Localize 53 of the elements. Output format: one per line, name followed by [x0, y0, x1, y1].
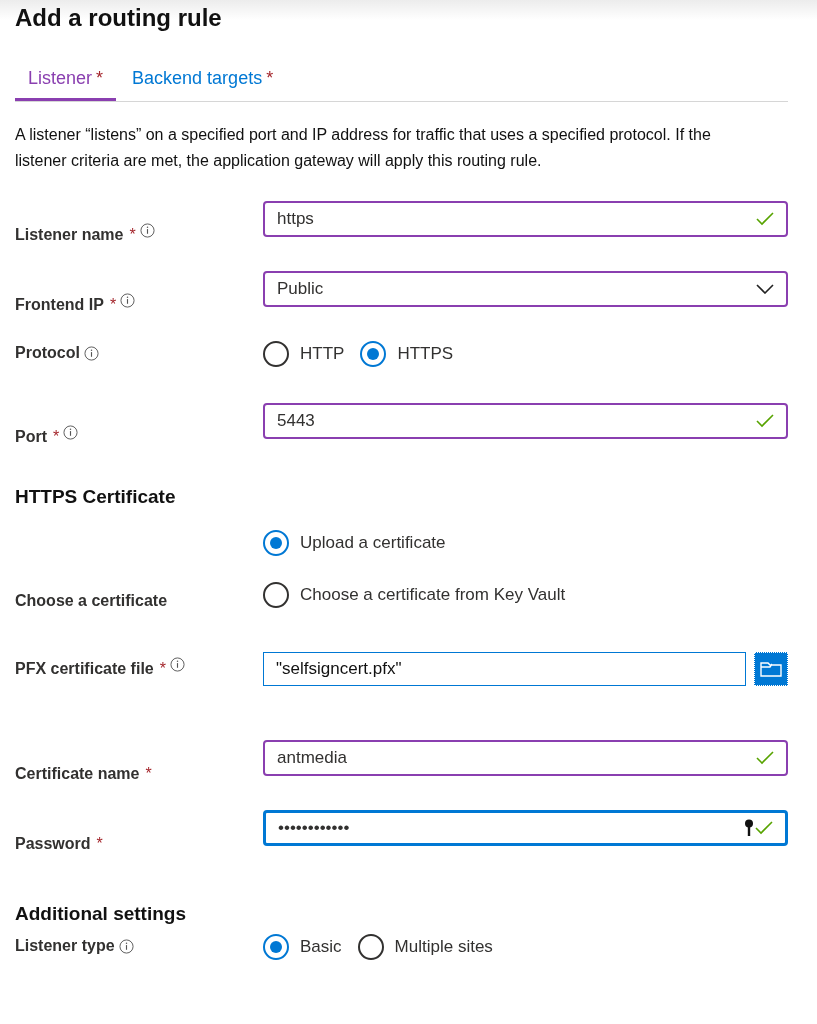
- required-asterisk: *: [145, 764, 152, 784]
- info-icon[interactable]: [139, 223, 155, 238]
- required-asterisk: *: [96, 834, 103, 854]
- checkmark-icon: [755, 821, 773, 835]
- field-label: Frontend IP: [15, 295, 104, 315]
- required-asterisk: *: [159, 659, 166, 679]
- radio-button[interactable]: [263, 582, 289, 608]
- folder-icon: [760, 661, 782, 677]
- browse-folder-button[interactable]: [754, 652, 788, 686]
- checkmark-icon: [756, 212, 774, 226]
- radio-option[interactable]: HTTP: [263, 341, 345, 367]
- radio-option[interactable]: Choose a certificate from Key Vault: [263, 582, 772, 608]
- page-title: Add a routing rule: [15, 3, 223, 33]
- checkmark-icon: [756, 751, 774, 765]
- description-text: A listener “listens” on a specified port and IP address for traffic that uses a specified protocol. If the listener criteria are met, the application gateway will apply this routing rule.: [15, 125, 712, 171]
- required-asterisk: *: [109, 295, 117, 315]
- file-path-field[interactable]: "selfsigncert.pfx": [263, 652, 746, 686]
- radio-option[interactable]: Multiple sites: [357, 934, 493, 960]
- section-heading: HTTPS Certificate: [15, 484, 176, 509]
- info-icon[interactable]: [169, 657, 185, 672]
- field-label: Password: [15, 834, 91, 854]
- password-field[interactable]: ••••••••••••: [263, 810, 788, 846]
- checkmark-icon: [756, 414, 774, 428]
- field-label: Protocol: [15, 343, 80, 363]
- info-icon[interactable]: [63, 425, 79, 440]
- field-label: Listener name: [15, 225, 124, 245]
- tab[interactable]: Backend targets *: [119, 65, 287, 101]
- radio-button[interactable]: [357, 934, 384, 960]
- text-field[interactable]: 5443: [263, 403, 788, 439]
- text-field[interactable]: antmedia: [263, 740, 788, 776]
- field-label: Choose a certificate: [15, 591, 168, 611]
- key-icon[interactable]: [744, 819, 754, 837]
- radio-button[interactable]: [360, 341, 387, 367]
- field-label: Certificate name: [15, 764, 140, 784]
- radio-option[interactable]: Basic: [263, 934, 342, 960]
- required-asterisk: *: [53, 427, 60, 447]
- info-icon[interactable]: [83, 345, 99, 361]
- field-label: PFX certificate file: [15, 659, 154, 679]
- info-icon[interactable]: [118, 938, 134, 954]
- info-icon[interactable]: [120, 293, 136, 308]
- radio-button[interactable]: [263, 341, 289, 367]
- radio-option[interactable]: Upload a certificate: [263, 530, 772, 556]
- field-label: Listener type: [15, 936, 115, 956]
- dropdown[interactable]: Public: [263, 271, 788, 307]
- section-heading: Additional settings: [15, 901, 186, 926]
- radio-option[interactable]: HTTPS: [360, 341, 454, 367]
- field-label: Port: [15, 427, 47, 447]
- radio-button[interactable]: [263, 934, 289, 960]
- text-field[interactable]: https: [263, 201, 788, 237]
- tab[interactable]: Listener *: [15, 65, 117, 101]
- radio-button[interactable]: [263, 530, 289, 556]
- required-asterisk: *: [129, 225, 136, 245]
- chevron-down-icon: [756, 284, 774, 294]
